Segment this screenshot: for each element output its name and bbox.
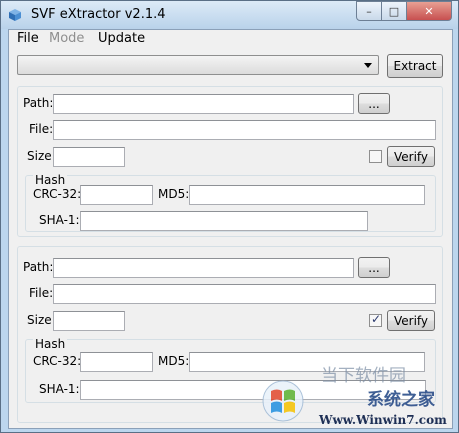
mode-dropdown[interactable] [17,55,379,75]
file-label: File: [29,286,54,300]
site-watermark: 当下软件园 系统之家 Www.Winwin7.com [262,366,447,427]
sha1-label: SHA-1: [39,382,80,396]
crc32-label: CRC-32: [33,187,82,201]
browse-button[interactable]: ... [358,93,390,114]
watermark-line1: 当下软件园 [321,366,406,386]
crc32-input[interactable] [80,352,153,372]
browse-button[interactable]: ... [358,257,390,278]
minimize-button[interactable]: – [356,1,382,21]
hash-group: Hash CRC-32: MD5: SHA-1: [25,173,436,232]
md5-label: MD5: [158,187,190,201]
md5-label: MD5: [158,354,190,368]
chevron-down-icon[interactable] [364,63,372,68]
file-label: File: [29,122,54,136]
title-bar[interactable]: SVF eXtractor v2.1.4 – □ ✕ [1,1,458,29]
size-input[interactable] [53,311,125,331]
close-button[interactable]: ✕ [407,1,452,21]
caption-buttons: – □ ✕ [356,1,452,21]
crc32-label: CRC-32: [33,354,82,368]
verify-checkbox[interactable]: ✓ [369,312,382,327]
size-input[interactable] [53,147,125,167]
verify-button[interactable]: Verify [387,310,435,331]
windows-logo-icon [262,380,304,422]
path-input[interactable] [53,94,354,114]
app-cube-icon [9,9,21,21]
hash-group-label: Hash [33,173,68,187]
sha1-label: SHA-1: [39,213,80,227]
watermark-line3: Www.Winwin7.com [318,413,447,427]
app-window: SVF eXtractor v2.1.4 – □ ✕ File Mode Upd… [0,0,459,433]
verify-button[interactable]: Verify [387,146,435,167]
sha1-input[interactable] [80,211,368,231]
path-label: Path: [23,260,54,274]
verify-checkbox[interactable] [369,150,382,163]
extract-button[interactable]: Extract [387,54,443,78]
menu-mode: Mode [49,31,85,46]
menu-update[interactable]: Update [98,31,145,46]
path-label: Path: [23,96,54,110]
size-label: Size: [27,149,56,163]
window-title: SVF eXtractor v2.1.4 [31,7,166,22]
menu-file[interactable]: File [17,31,39,46]
file-input[interactable] [53,120,436,140]
file-input[interactable] [53,284,436,304]
md5-input[interactable] [189,185,425,205]
path-input[interactable] [53,258,354,278]
watermark-line2: 系统之家 [367,389,435,410]
file-panel-1: Path: ... File: Size: Verify Hash CRC-32… [17,86,443,237]
hash-group-label: Hash [33,337,68,351]
checkmark-icon: ✓ [371,312,382,326]
crc32-input[interactable] [80,185,153,205]
maximize-button[interactable]: □ [382,1,407,21]
menu-bar: File Mode Update [9,30,452,48]
size-label: Size: [27,313,56,327]
